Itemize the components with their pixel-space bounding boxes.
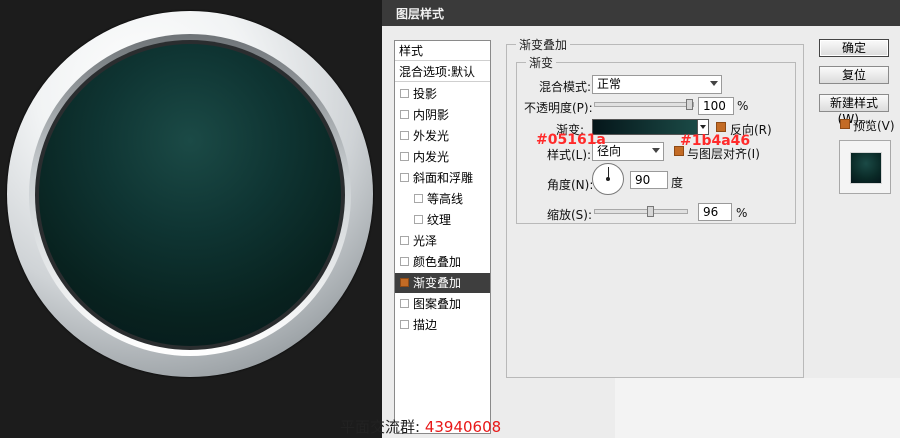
scale-input[interactable]: 96 — [698, 203, 732, 221]
preview-thumbnail — [839, 140, 891, 194]
footer-text: 平面交流群: — [340, 418, 421, 436]
chevron-down-icon — [710, 81, 718, 86]
reset-button[interactable]: 复位 — [819, 66, 889, 84]
checkbox-icon[interactable] — [400, 131, 409, 140]
style-item-label: 等高线 — [427, 192, 464, 206]
preview-thumbnail-gradient — [850, 152, 882, 184]
blend-options-item[interactable]: 混合选项:默认 — [395, 62, 490, 82]
checkbox-icon[interactable] — [414, 215, 423, 224]
checkbox-icon[interactable] — [400, 299, 409, 308]
checkbox-icon[interactable] — [400, 236, 409, 245]
checkbox-icon[interactable] — [400, 89, 409, 98]
style-item-label: 内发光 — [413, 150, 450, 164]
opacity-input[interactable]: 100 — [698, 97, 734, 115]
button-gradient-face — [39, 44, 341, 346]
style-item-color-overlay[interactable]: 颜色叠加 — [395, 252, 490, 272]
checkbox-icon[interactable] — [400, 320, 409, 329]
angle-hub-icon — [606, 177, 610, 181]
angle-unit: 度 — [671, 176, 684, 190]
style-item-label: 纹理 — [427, 213, 452, 227]
ok-button[interactable]: 确定 — [819, 39, 889, 57]
style-list-header[interactable]: 样式 — [395, 41, 490, 61]
style-item-label: 颜色叠加 — [413, 255, 462, 269]
style-item-inner-shadow[interactable]: 内阴影 — [395, 105, 490, 125]
style-item-label: 描边 — [413, 318, 438, 332]
preview-checkbox[interactable] — [840, 119, 850, 129]
subgroup-title: 渐变 — [526, 54, 557, 71]
checkbox-icon[interactable] — [400, 173, 409, 182]
style-item-satin[interactable]: 光泽 — [395, 231, 490, 251]
annotation-end-color: #1b4a46 — [680, 133, 751, 149]
style-item-label: 外发光 — [413, 129, 450, 143]
style-label: 样式(L): — [547, 148, 592, 162]
reverse-checkbox[interactable] — [716, 122, 726, 132]
style-item-label: 内阴影 — [413, 108, 450, 122]
angle-input[interactable]: 90 — [630, 171, 668, 189]
style-item-texture[interactable]: 纹理 — [395, 210, 490, 230]
scale-unit: % — [736, 206, 748, 220]
dialog-title: 图层样式 — [382, 0, 900, 26]
style-item-label: 斜面和浮雕 — [413, 171, 474, 185]
annotation-start-color: #05161a — [536, 132, 606, 148]
style-item-inner-glow[interactable]: 内发光 — [395, 147, 490, 167]
footer-area — [615, 378, 900, 438]
layer-style-dialog: 图层样式 样式 混合选项:默认 投影 内阴影 外发光 内发光 斜面和浮雕 等高线 — [382, 0, 900, 438]
style-item-bevel-emboss[interactable]: 斜面和浮雕 — [395, 168, 490, 188]
footer-qq-number: 43940608 — [424, 418, 502, 436]
opacity-label: 不透明度(P): — [524, 101, 593, 115]
scale-label: 缩放(S): — [547, 208, 593, 222]
checkbox-checked-icon[interactable] — [400, 278, 409, 287]
style-item-label: 渐变叠加 — [413, 276, 462, 290]
opacity-slider-thumb[interactable] — [686, 99, 693, 110]
style-list: 样式 混合选项:默认 投影 内阴影 外发光 内发光 斜面和浮雕 等高线 纹理 光… — [394, 40, 491, 434]
style-item-outer-glow[interactable]: 外发光 — [395, 126, 490, 146]
footer-watermark: 平面交流群: 43940608 — [340, 416, 501, 437]
style-item-label: 光泽 — [413, 234, 438, 248]
checkbox-icon[interactable] — [400, 152, 409, 161]
style-item-drop-shadow[interactable]: 投影 — [395, 84, 490, 104]
angle-label: 角度(N): — [547, 178, 594, 192]
checkbox-icon[interactable] — [414, 194, 423, 203]
opacity-slider[interactable] — [594, 102, 694, 107]
style-item-stroke[interactable]: 描边 — [395, 315, 490, 335]
scale-slider[interactable] — [594, 209, 688, 214]
style-item-contour[interactable]: 等高线 — [395, 189, 490, 209]
group-title: 渐变叠加 — [516, 36, 571, 53]
style-item-label: 图案叠加 — [413, 297, 462, 311]
checkbox-icon[interactable] — [400, 257, 409, 266]
checkbox-icon[interactable] — [400, 110, 409, 119]
opacity-unit: % — [737, 99, 749, 113]
style-item-label: 投影 — [413, 87, 438, 101]
scale-slider-thumb[interactable] — [647, 206, 654, 217]
canvas-preview — [0, 0, 382, 438]
blend-mode-value: 正常 — [597, 77, 622, 91]
style-item-gradient-overlay[interactable]: 渐变叠加 — [395, 273, 490, 293]
blend-mode-label: 混合模式: — [539, 80, 592, 94]
chevron-down-icon — [652, 148, 660, 153]
preview-label: 预览(V) — [853, 119, 895, 133]
blend-mode-select[interactable]: 正常 — [592, 75, 722, 94]
new-style-button[interactable]: 新建样式(W)... — [819, 94, 889, 126]
style-item-pattern-overlay[interactable]: 图案叠加 — [395, 294, 490, 314]
angle-dial[interactable] — [592, 163, 624, 195]
